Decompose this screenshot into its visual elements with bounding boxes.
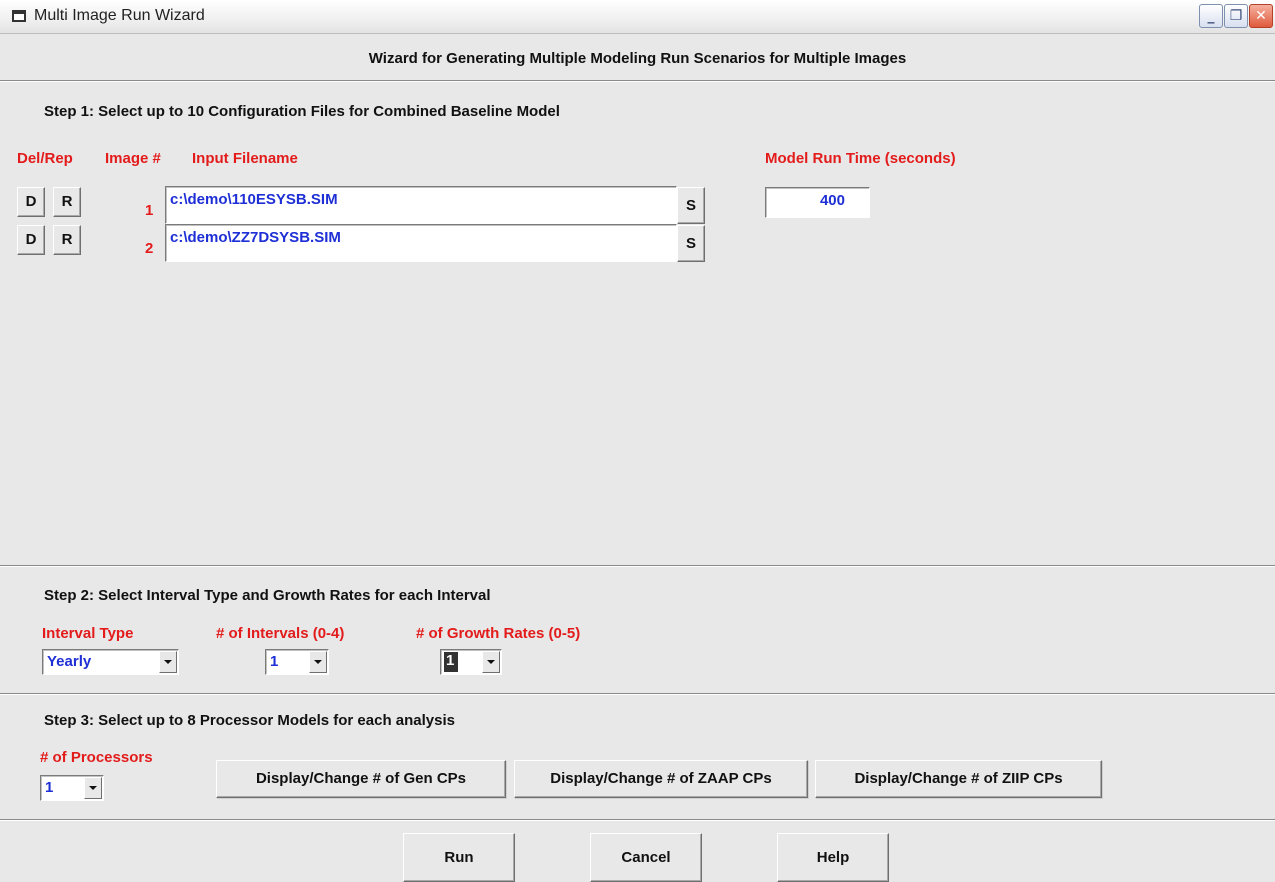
change-ziip-cps-button[interactable]: Display/Change # of ZIIP CPs [815, 760, 1102, 798]
change-zaap-cps-button[interactable]: Display/Change # of ZAAP CPs [514, 760, 808, 798]
interval-type-label: Interval Type [42, 625, 134, 642]
num-processors-label: # of Processors [40, 749, 153, 766]
num-processors-select[interactable]: 1 [40, 775, 104, 801]
replace-button-row-2[interactable]: R [53, 225, 81, 255]
step1-title: Step 1: Select up to 10 Configuration Fi… [44, 103, 560, 120]
num-growth-rates-label: # of Growth Rates (0-5) [416, 625, 581, 642]
num-intervals-value: 1 [270, 653, 279, 670]
dropdown-arrow-icon[interactable] [84, 777, 102, 799]
restore-button[interactable]: ❐ [1224, 4, 1248, 28]
title-bar: Multi Image Run Wizard _ ❐ ✕ [0, 0, 1275, 34]
step2-title: Step 2: Select Interval Type and Growth … [44, 587, 491, 604]
dropdown-arrow-icon[interactable] [482, 651, 500, 673]
help-button[interactable]: Help [777, 833, 889, 882]
cancel-button[interactable]: Cancel [590, 833, 702, 882]
window-app-icon [12, 10, 26, 22]
interval-type-value: Yearly [47, 653, 92, 670]
minimize-button[interactable]: _ [1199, 4, 1223, 28]
num-intervals-label: # of Intervals (0-4) [216, 625, 345, 642]
num-growth-rates-select[interactable]: 1 [440, 649, 502, 675]
num-growth-rates-value: 1 [444, 652, 458, 672]
select-file-button-row-1[interactable]: S [677, 187, 705, 224]
num-intervals-select[interactable]: 1 [265, 649, 329, 675]
interval-type-select[interactable]: Yearly [42, 649, 179, 675]
filename-field-row-2[interactable]: c:\demo\ZZ7DSYSB.SIM [165, 224, 677, 262]
wizard-window: Multi Image Run Wizard _ ❐ ✕ Wizard for … [0, 0, 1275, 882]
delete-button-row-2[interactable]: D [17, 225, 45, 255]
run-button[interactable]: Run [403, 833, 515, 882]
dropdown-arrow-icon[interactable] [159, 651, 177, 673]
run-time-field[interactable]: 400 [765, 187, 870, 218]
divider [0, 565, 1275, 567]
column-header-delrep: Del/Rep [17, 150, 73, 167]
column-header-run-time: Model Run Time (seconds) [765, 150, 956, 167]
delete-button-row-1[interactable]: D [17, 187, 45, 217]
change-gen-cps-button[interactable]: Display/Change # of Gen CPs [216, 760, 506, 798]
column-header-input-filename: Input Filename [192, 150, 298, 167]
wizard-heading: Wizard for Generating Multiple Modeling … [368, 50, 907, 67]
dropdown-arrow-icon[interactable] [309, 651, 327, 673]
select-file-button-row-2[interactable]: S [677, 225, 705, 262]
step3-title: Step 3: Select up to 8 Processor Models … [44, 712, 455, 729]
replace-button-row-1[interactable]: R [53, 187, 81, 217]
num-processors-value: 1 [45, 779, 54, 796]
close-button[interactable]: ✕ [1249, 4, 1273, 28]
filename-field-row-1[interactable]: c:\demo\110ESYSB.SIM [165, 186, 677, 224]
column-header-image-number: Image # [105, 150, 161, 167]
divider [0, 819, 1275, 821]
divider [0, 80, 1275, 82]
image-number-2: 2 [145, 240, 154, 257]
window-title: Multi Image Run Wizard [34, 7, 205, 24]
image-number-1: 1 [145, 202, 154, 219]
divider [0, 693, 1275, 695]
